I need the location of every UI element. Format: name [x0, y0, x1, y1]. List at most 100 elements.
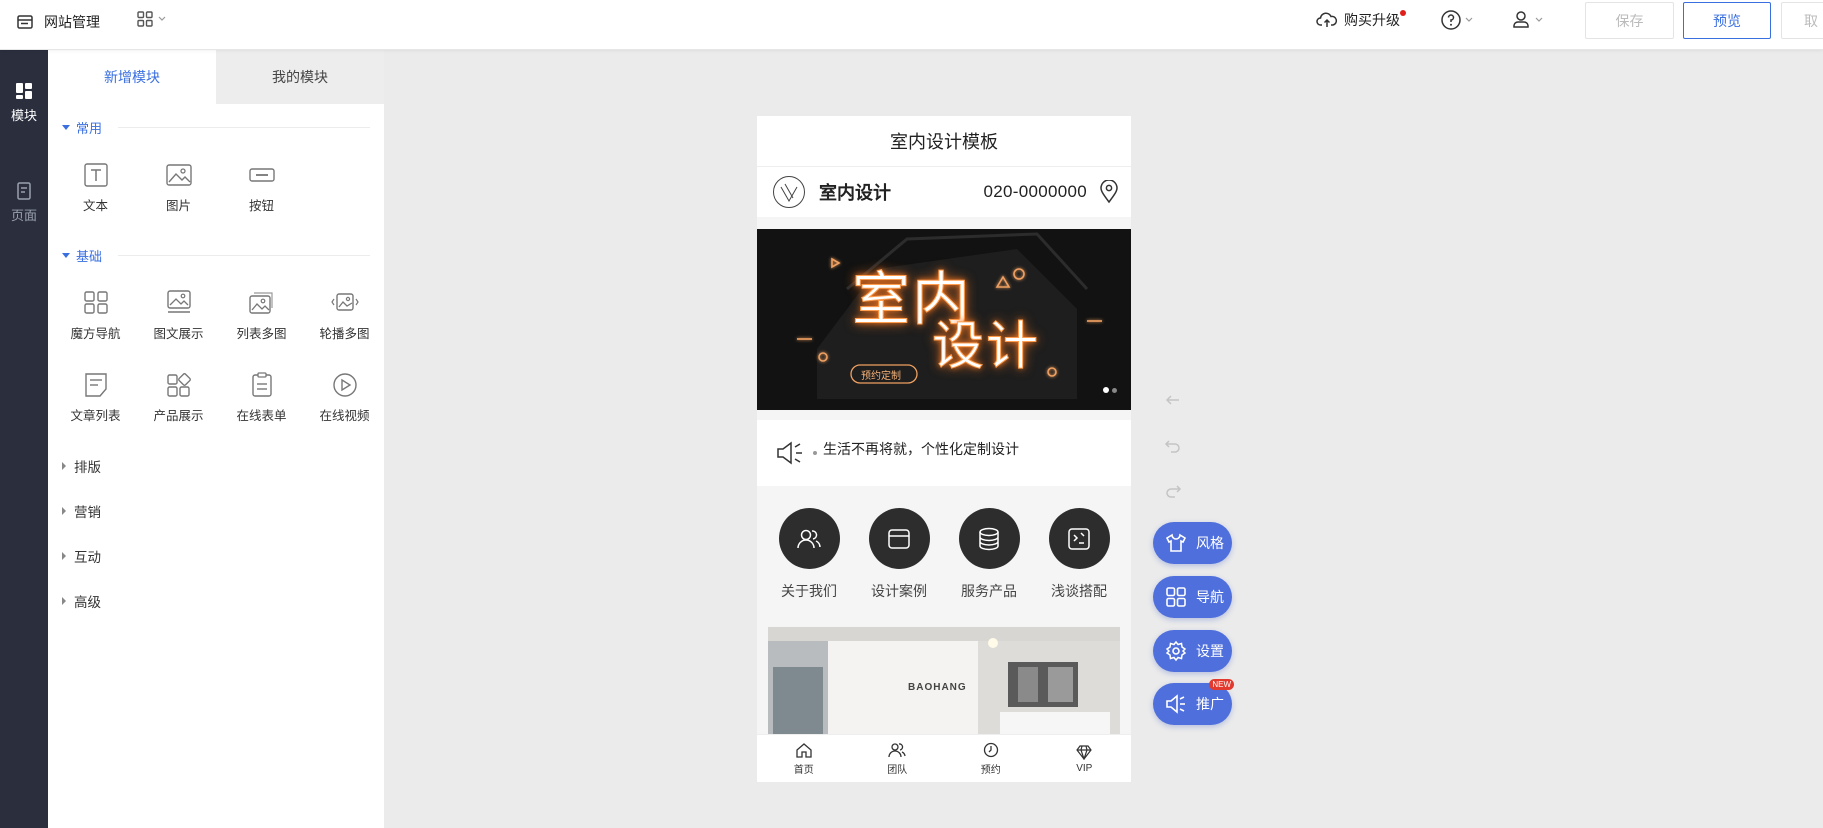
- rail-item-pages[interactable]: 页面: [0, 172, 48, 232]
- text-icon: [83, 163, 108, 187]
- tabbar-label: 预约: [980, 764, 1001, 776]
- back-arrow-icon[interactable]: [1163, 390, 1183, 410]
- page-icon: [17, 181, 31, 200]
- tabbar-home[interactable]: 首页: [757, 735, 851, 782]
- site-management[interactable]: 网站管理: [16, 12, 100, 32]
- rail-item-modules[interactable]: 模块: [0, 72, 48, 132]
- module-list-images[interactable]: 列表多图: [220, 290, 303, 342]
- team-icon: [778, 508, 840, 569]
- nav-item-services[interactable]: 服务产品: [944, 508, 1034, 601]
- module-label: 文章列表: [70, 409, 121, 423]
- section-layout[interactable]: 排版: [62, 456, 101, 476]
- clock-icon: [983, 742, 998, 757]
- preview-button[interactable]: 预览: [1683, 2, 1771, 39]
- diamond-icon: [1076, 744, 1093, 760]
- nav-label: 设计案例: [871, 583, 927, 599]
- phone-tabbar: 首页 团队 预约 VIP: [757, 734, 1131, 782]
- module-image-text[interactable]: 图文展示: [137, 290, 220, 342]
- nav-label: 浅谈搭配: [1051, 583, 1107, 599]
- caret-down-icon: [62, 253, 70, 258]
- top-bar: 网站管理 购买升级 保存 预览 取: [0, 0, 1823, 50]
- hero-banner[interactable]: 室内 设计 预约定制: [757, 229, 1131, 410]
- nav-item-about[interactable]: 关于我们: [764, 508, 854, 601]
- module-product[interactable]: 产品展示: [137, 372, 220, 424]
- module-label: 图片: [165, 199, 191, 213]
- module-text[interactable]: 文本: [54, 162, 137, 214]
- module-label: 轮播多图: [319, 327, 370, 341]
- undo-icon[interactable]: [1163, 436, 1183, 456]
- notice-dot: [813, 451, 817, 455]
- image-icon: [165, 164, 192, 186]
- button-icon: [248, 168, 275, 182]
- megaphone-icon: [777, 441, 802, 465]
- section-basic[interactable]: 基础: [62, 246, 370, 265]
- section-common[interactable]: 常用: [62, 118, 370, 137]
- section-marketing[interactable]: 营销: [62, 501, 101, 521]
- form-icon: [251, 372, 272, 397]
- phone-preview: 室内设计模板 室内设计 020-0000000 室内 设计 预约定制 生活不再将…: [757, 116, 1131, 782]
- nav-item-matching[interactable]: 浅谈搭配: [1034, 508, 1124, 601]
- tabbar-vip[interactable]: VIP: [1038, 735, 1132, 782]
- module-label: 魔方导航: [70, 327, 121, 341]
- cancel-button[interactable]: 取: [1781, 2, 1823, 39]
- section-title: 互动: [74, 550, 101, 565]
- nav-item-cases[interactable]: 设计案例: [854, 508, 944, 601]
- showroom-photo[interactable]: BAOHANG: [768, 627, 1120, 737]
- board-icon: [1048, 508, 1110, 569]
- module-label: 产品展示: [153, 409, 204, 423]
- settings-fab[interactable]: 设置: [1153, 630, 1232, 672]
- caret-right-icon: [62, 552, 66, 560]
- modules-icon: [16, 82, 32, 99]
- user-menu[interactable]: [1510, 9, 1543, 31]
- fab-label: 设置: [1196, 643, 1224, 659]
- divider: [118, 255, 370, 256]
- case-icon: [868, 508, 930, 569]
- tab-my-modules[interactable]: 我的模块: [216, 50, 384, 104]
- section-interaction[interactable]: 互动: [62, 546, 101, 566]
- module-image[interactable]: 图片: [137, 162, 220, 214]
- showroom-sign: BAOHANG: [908, 682, 967, 693]
- module-label: 在线表单: [236, 409, 287, 423]
- module-label: 文本: [82, 199, 108, 213]
- caret-right-icon: [62, 462, 66, 470]
- tabbar-booking[interactable]: 预约: [944, 735, 1038, 782]
- module-label: 在线视频: [319, 409, 370, 423]
- rail-item-label: 模块: [10, 107, 37, 123]
- carousel-dots[interactable]: [1103, 387, 1117, 393]
- help-menu[interactable]: [1440, 9, 1473, 31]
- tabbar-label: 团队: [887, 764, 908, 776]
- fab-label: 风格: [1196, 535, 1224, 551]
- module-button[interactable]: 按钮: [220, 162, 303, 214]
- notice-bar[interactable]: 生活不再将就，个性化定制设计: [757, 420, 1131, 486]
- upgrade-button[interactable]: 购买升级: [1316, 10, 1406, 30]
- location-pin-icon[interactable]: [1099, 180, 1119, 204]
- notification-dot: [1400, 10, 1406, 16]
- tabbar-team[interactable]: 团队: [851, 735, 945, 782]
- banner-cta[interactable]: 预约定制: [861, 367, 901, 382]
- module-online-video[interactable]: 在线视频: [303, 372, 386, 424]
- nav-grid: 关于我们 设计案例 服务产品 浅谈搭配: [757, 486, 1131, 620]
- style-fab[interactable]: 风格: [1153, 522, 1232, 564]
- banner-headline-bottom: 设计: [931, 317, 1041, 377]
- module-online-form[interactable]: 在线表单: [220, 372, 303, 424]
- module-carousel[interactable]: 轮播多图: [303, 290, 386, 342]
- tab-new-modules[interactable]: 新增模块: [48, 50, 216, 104]
- section-advanced[interactable]: 高级: [62, 591, 101, 611]
- brand-name: 室内设计: [819, 183, 891, 203]
- rail-item-label: 页面: [10, 207, 37, 223]
- module-magic-nav[interactable]: 魔方导航: [54, 290, 137, 342]
- navigation-fab[interactable]: 导航: [1153, 576, 1232, 618]
- phone-header[interactable]: 室内设计 020-0000000: [757, 167, 1131, 217]
- apps-menu[interactable]: [136, 10, 166, 28]
- magic-nav-icon: [83, 291, 108, 314]
- module-article-list[interactable]: 文章列表: [54, 372, 137, 424]
- site-management-label: 网站管理: [44, 14, 100, 30]
- redo-icon[interactable]: [1163, 481, 1183, 501]
- article-list-icon: [84, 373, 107, 397]
- promotion-fab[interactable]: 推广 NEW: [1153, 679, 1234, 725]
- chevron-down-icon: [158, 16, 166, 21]
- save-button[interactable]: 保存: [1585, 2, 1674, 39]
- list-images-icon: [248, 292, 273, 314]
- tabbar-label: 首页: [793, 764, 814, 776]
- section-title: 高级: [74, 595, 101, 610]
